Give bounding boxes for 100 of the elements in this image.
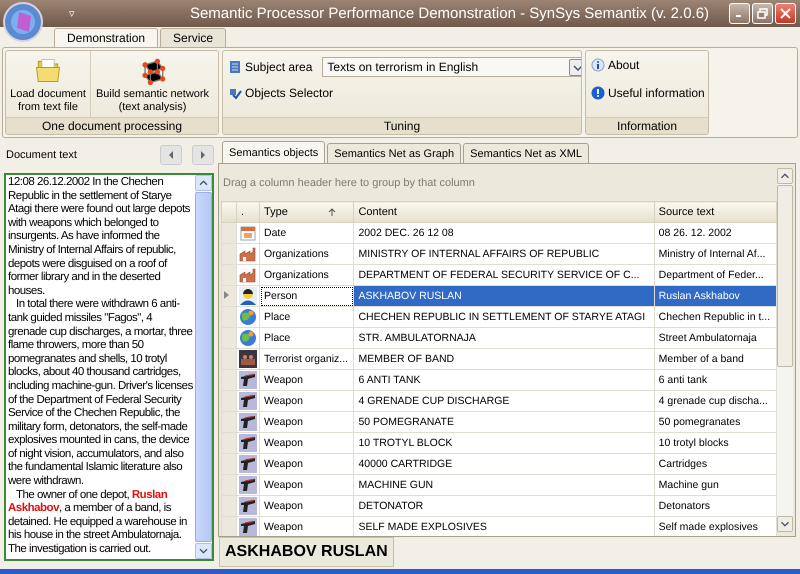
table-row[interactable]: Place CHECHEN REPUBLIC IN SETTLEMENT OF STARYE ATAGI Chechen Republic in t...: [222, 306, 776, 328]
table-cell: Weapon: [260, 412, 354, 432]
group-caption: Tuning: [223, 117, 581, 134]
table-cell: Organizations: [260, 264, 354, 286]
ribbon-tab[interactable]: Service: [160, 28, 226, 47]
restore-icon: [757, 8, 768, 19]
window-title: Semantic Processor Performance Demonstration - SynSys Semantix (v. 2.0.6): [188, 5, 710, 22]
scroll-down-button[interactable]: [777, 516, 793, 532]
table-row[interactable]: Person ASKHABOV RUSLAN Ruslan Askhabov: [222, 286, 776, 306]
tab[interactable]: Semantics Net as Graph: [327, 143, 462, 163]
globe-icon: [239, 329, 257, 347]
tab[interactable]: Semantics objects: [222, 141, 326, 163]
table-cell: Person: [260, 286, 354, 306]
factory-icon: [239, 245, 257, 263]
useful-info-button[interactable]: Useful information: [590, 85, 706, 101]
row-pointer-icon: [224, 291, 229, 299]
table-cell: 4 GRENADE CUP DISCHARGE: [354, 390, 654, 412]
table-cell: Terrorist organiz...: [260, 348, 354, 370]
panel-label: Document text: [6, 149, 78, 161]
app-logo[interactable]: [3, 2, 43, 42]
document-paragraph: The owner of one depot, Ruslan Askhabov, a member of a band, is detained. He equipped a warehouse in his house in the street Ambulatornaja. The investigation is carried out.: [8, 488, 188, 557]
table-cell: DETONATOR: [354, 496, 654, 516]
table-cell: MEMBER OF BAND: [354, 348, 654, 370]
table-cell: Date: [260, 222, 354, 244]
next-button[interactable]: [192, 145, 214, 165]
objects-selector-button[interactable]: Objects Selector: [227, 85, 334, 101]
scroll-down-button[interactable]: [195, 543, 212, 559]
table-cell: 10 trotyl blocks: [654, 432, 776, 454]
document-paragraph: In total there were withdrawn 6 anti-tank guided missiles "Fagos", 4 grenade cup discharges, a mortar, three flame throwers, more than 50 pomegranates and shells, 10 trotyl blocks, about 40 thousand cartridges, including machine-gun. Driver's licenses of the Department of Federal Security Service of the Chechen Republic, the military form, detonators, the self-made explosives mounted in cans, the device of night vision, accumulators, and also the fundamental Islamic literature also were withdrawn.: [8, 298, 193, 489]
table-row[interactable]: Weapon 40000 CARTRIDGE Cartridges: [222, 454, 776, 474]
table-cell: STR. AMBULATORNAJA: [354, 328, 654, 348]
table-cell: Weapon: [260, 474, 354, 496]
table-cell: Cartridges: [654, 454, 776, 474]
gun-icon: [239, 455, 257, 473]
about-button[interactable]: About: [590, 57, 706, 73]
gun-icon: [239, 392, 257, 410]
column-header[interactable]: Content: [354, 202, 654, 222]
scroll-thumb[interactable]: [777, 185, 793, 367]
table-cell: 6 anti tank: [654, 370, 776, 390]
table-row[interactable]: Organizations MINISTRY OF INTERNAL AFFAIRS OF REPUBLIC Ministry of Internal Af...: [222, 244, 776, 264]
gun-icon: [239, 434, 257, 452]
table-cell: Ruslan Askhabov: [654, 286, 776, 306]
document-paragraph: 12:08 26.12.2002 In the Chechen Republic in the settlement of Starye Atagi there were found out large depots with weapons which belonged to insurgents. As have informed the Ministry of Internal Affairs of republic, depots were disguised on a roof of former library and in the deserted houses.: [8, 176, 191, 298]
gun-icon: [239, 476, 257, 494]
scroll-up-button[interactable]: [777, 168, 793, 184]
table-cell: 50 pomegranates: [654, 412, 776, 432]
left-arrow-icon: [168, 151, 174, 159]
table-row[interactable]: Weapon 50 POMEGRANATE 50 pomegranates: [222, 412, 776, 432]
table-row[interactable]: Weapon 10 TROTYL BLOCK 10 trotyl blocks: [222, 432, 776, 454]
table-cell: Detonators: [654, 496, 776, 516]
table-cell: 2002 DEC. 26 12 08: [354, 222, 654, 244]
table-row[interactable]: Weapon MACHINE GUN Machine gun: [222, 474, 776, 496]
table-cell: Place: [260, 328, 354, 348]
gun-icon: [239, 497, 257, 515]
subject-area-dropdown[interactable]: Texts on terrorism in English: [322, 57, 581, 77]
table-cell: Weapon: [260, 496, 354, 516]
sort-icon: [328, 208, 336, 216]
ribbon-tab[interactable]: Demonstration: [54, 28, 158, 47]
person-icon: [239, 287, 257, 305]
minimize-button[interactable]: [729, 3, 750, 24]
exclamation-icon: [591, 86, 605, 100]
table-cell: ASKHABOV RUSLAN: [354, 286, 654, 306]
column-header[interactable]: Source text: [654, 202, 776, 222]
table-cell: 6 ANTI TANK: [354, 370, 654, 390]
close-button[interactable]: [775, 3, 796, 24]
table-cell: 50 POMEGRANATE: [354, 412, 654, 432]
table-cell: Weapon: [260, 390, 354, 412]
table-row[interactable]: Date 2002 DEC. 26 12 08 08 26. 12. 2002: [222, 222, 776, 244]
info-icon: [591, 58, 605, 72]
subject-area-button[interactable]: Subject area: [227, 59, 314, 75]
previous-button[interactable]: [160, 145, 182, 165]
table-cell: 10 TROTYL BLOCK: [354, 432, 654, 454]
quick-access-menu[interactable]: ▿: [64, 7, 80, 20]
table-cell: Weapon: [260, 454, 354, 474]
checkmark-icon: [228, 86, 242, 100]
column-header[interactable]: .: [236, 202, 260, 222]
database-icon: [228, 60, 242, 74]
column-header[interactable]: Type: [260, 202, 354, 222]
scroll-up-button[interactable]: [195, 175, 212, 191]
table-row[interactable]: Weapon 4 GRENADE CUP DISCHARGE 4 grenade cup discha...: [222, 390, 776, 412]
table-row[interactable]: Weapon 6 ANTI TANK 6 anti tank: [222, 370, 776, 390]
load-document-button[interactable]: Load document from text file: [6, 51, 90, 117]
calendar-icon: [239, 224, 257, 242]
table-row[interactable]: Weapon DETONATOR Detonators: [222, 496, 776, 516]
right-arrow-icon: [200, 151, 206, 159]
table-cell: Chechen Republic in t...: [654, 306, 776, 328]
tab[interactable]: Semantics Net as XML: [463, 143, 589, 163]
table-cell: MACHINE GUN: [354, 474, 654, 496]
table-row[interactable]: Terrorist organiz... MEMBER OF BAND Member of a band: [222, 348, 776, 370]
table-cell: Organizations: [260, 244, 354, 264]
table-row[interactable]: Place STR. AMBULATORNAJA Street Ambulatornaja: [222, 328, 776, 348]
selected-object-label: ASKHABOV RUSLAN: [219, 537, 394, 567]
table-cell: 4 grenade cup discha...: [654, 390, 776, 412]
scrollbar[interactable]: [777, 168, 793, 532]
gun-icon: [239, 371, 257, 389]
restore-button[interactable]: [752, 3, 773, 24]
table-cell: CHECHEN REPUBLIC IN SETTLEMENT OF STARYE ATAGI: [354, 306, 654, 328]
table-cell: Weapon: [260, 432, 354, 454]
close-icon: [780, 8, 791, 19]
table-cell: Ministry of Internal Af...: [654, 244, 776, 264]
